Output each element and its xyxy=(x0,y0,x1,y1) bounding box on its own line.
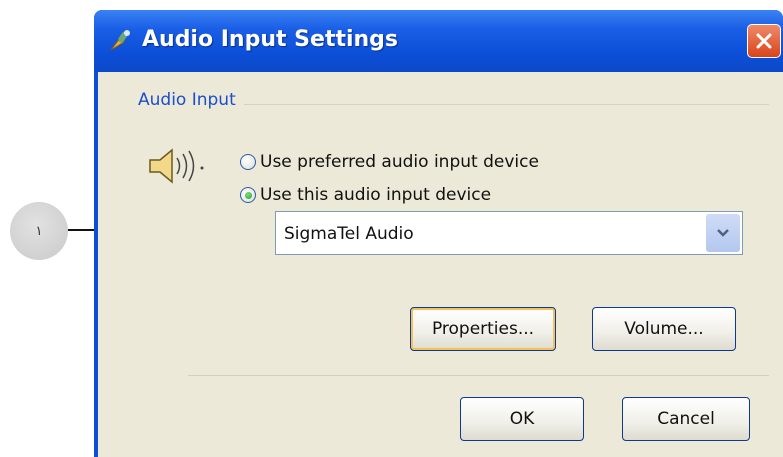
title-bar[interactable]: Audio Input Settings xyxy=(94,10,783,72)
callout-marker: ١ xyxy=(10,202,68,260)
radio-label-preferred: Use preferred audio input device xyxy=(260,152,539,172)
close-icon xyxy=(756,33,772,49)
dropdown-toggle-button[interactable] xyxy=(706,214,740,252)
dropdown-selected-value: SigmaTel Audio xyxy=(284,224,414,244)
radio-button-preferred[interactable] xyxy=(240,154,256,170)
cancel-button[interactable]: Cancel xyxy=(622,397,750,441)
group-label-audio-input: Audio Input xyxy=(138,90,236,110)
radio-option-this-device[interactable]: Use this audio input device xyxy=(240,185,491,205)
window-title: Audio Input Settings xyxy=(142,27,399,52)
ok-button[interactable]: OK xyxy=(460,397,584,441)
volume-button[interactable]: Volume... xyxy=(592,307,736,351)
radio-label-this-device: Use this audio input device xyxy=(260,185,492,205)
close-button[interactable] xyxy=(747,24,781,58)
chevron-down-icon xyxy=(717,229,729,237)
speaker-icon xyxy=(149,148,204,184)
audio-device-dropdown[interactable]: SigmaTel Audio xyxy=(275,211,743,255)
radio-option-preferred[interactable]: Use preferred audio input device xyxy=(240,152,539,172)
app-icon xyxy=(110,30,130,51)
audio-input-settings-window: Audio Input Settings Audio Input Use pre… xyxy=(94,10,783,457)
properties-button[interactable]: Properties... xyxy=(410,307,556,351)
group-divider xyxy=(244,104,769,105)
callout-number: ١ xyxy=(35,223,43,239)
button-separator xyxy=(188,375,769,376)
dialog-body: Audio Input Use preferred audio input de… xyxy=(98,72,783,457)
radio-button-this-device[interactable] xyxy=(240,187,256,203)
